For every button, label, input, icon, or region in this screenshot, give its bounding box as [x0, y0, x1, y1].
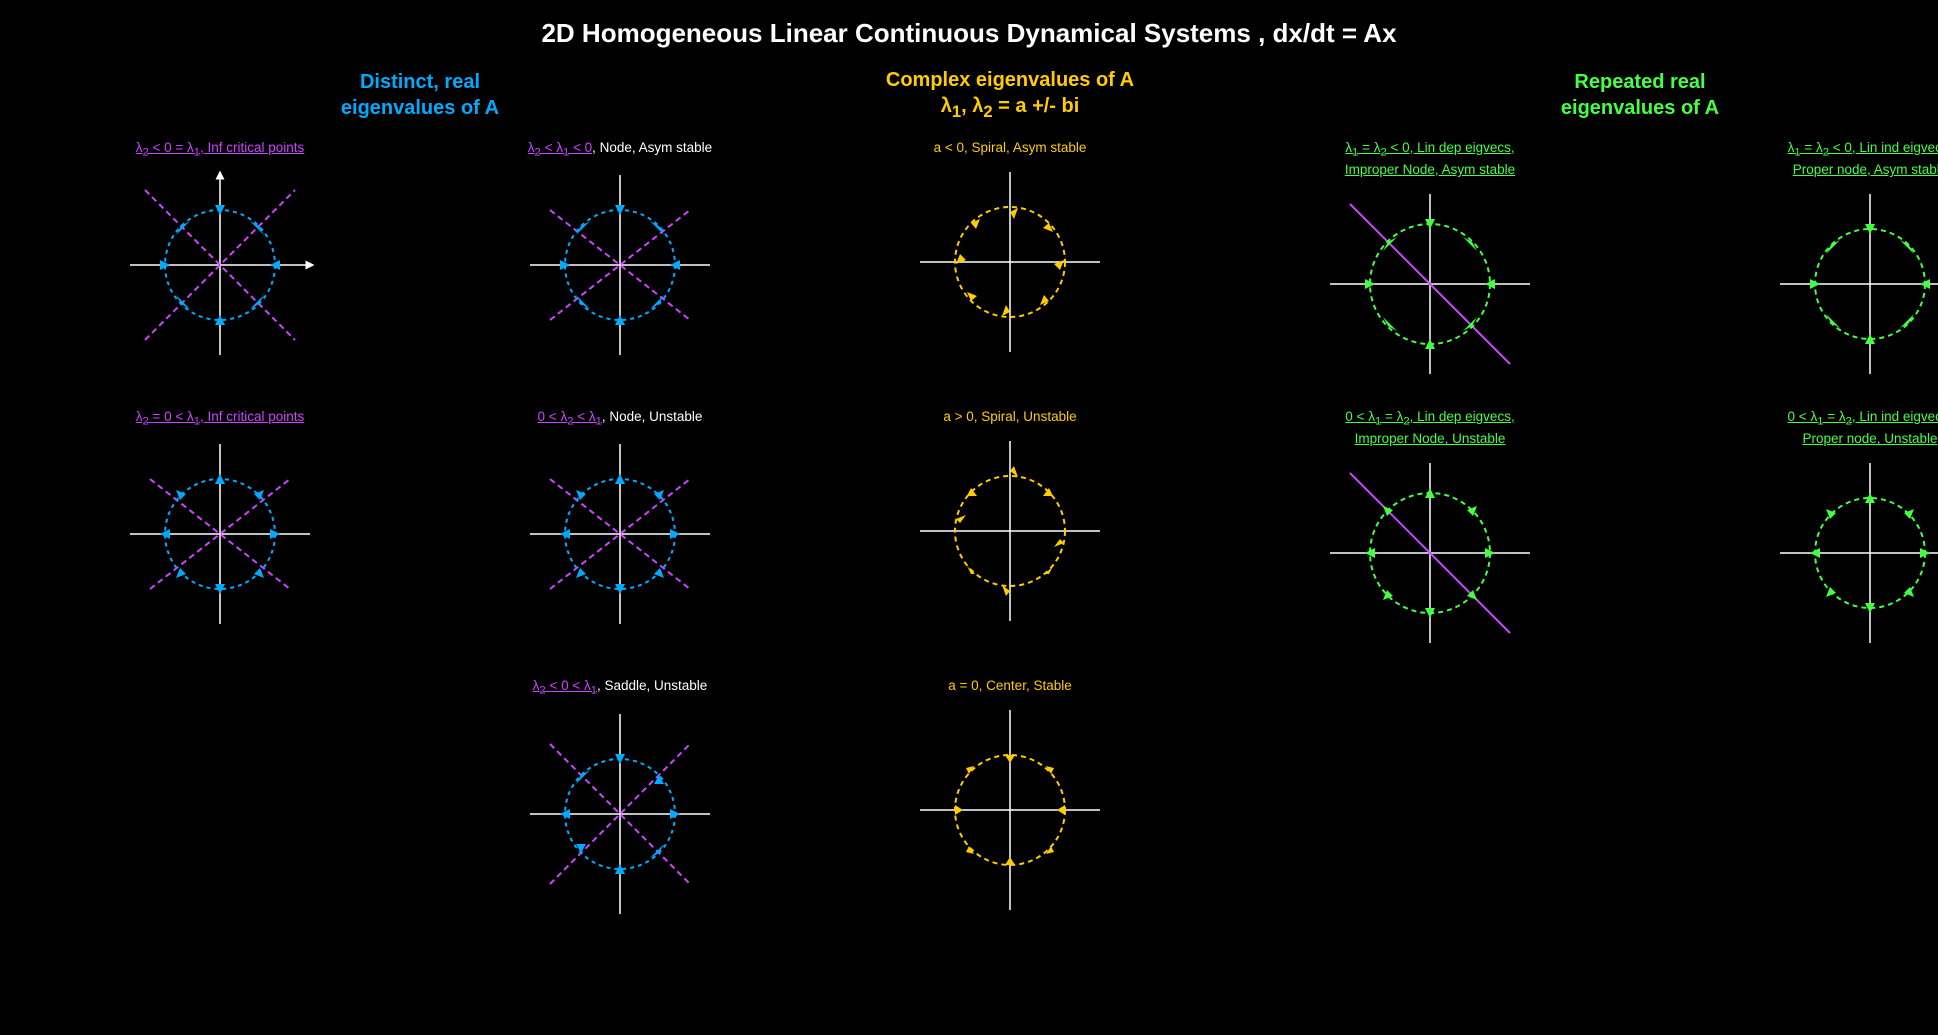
cell-r2c4: 0 < λ1 = λ2, Lin dep eigvecs,Improper No… [1200, 404, 1660, 657]
cell-r3c4 [1200, 673, 1660, 681]
diagram-r1c5 [1770, 184, 1938, 384]
cell-r3c3: a = 0, Center, Stable [820, 673, 1200, 924]
label-r2c2: 0 < λ2 < λ1, Node, Unstable [538, 408, 703, 430]
cell-r3c5 [1660, 673, 1938, 681]
label-r2c5: 0 < λ1 = λ2, Lin ind eigvecs,Proper node… [1788, 408, 1938, 449]
cell-r1c3: a < 0, Spiral, Asym stable [820, 135, 1200, 366]
label-r1c2: λ2 < λ1 < 0, Node, Asym stable [528, 139, 712, 161]
label-r2c4: 0 < λ1 = λ2, Lin dep eigvecs,Improper No… [1345, 408, 1514, 449]
cell-r1c1: λ2 < 0 = λ1, Inf critical points [20, 135, 420, 369]
diagram-r1c2 [520, 165, 720, 365]
cell-r1c2: λ2 < λ1 < 0, Node, Asym stable [420, 135, 820, 369]
diagram-r2c1 [120, 434, 320, 634]
cell-r3c2: λ2 < 0 < λ1, Saddle, Unstable [420, 673, 820, 927]
cell-r1c4: λ1 = λ2 < 0, Lin dep eigvecs,Improper No… [1200, 135, 1660, 388]
col-header-repeated: Repeated realeigenvalues of A [1200, 59, 1938, 131]
cell-r1c5: λ1 = λ2 < 0, Lin ind eigvecs,Proper node… [1660, 135, 1938, 388]
label-r3c2: λ2 < 0 < λ1, Saddle, Unstable [533, 677, 708, 699]
diagram-r2c4 [1320, 453, 1540, 653]
diagram-r1c4 [1320, 184, 1540, 384]
diagram-r3c3 [910, 700, 1110, 920]
diagram-r2c2 [520, 434, 720, 634]
cell-r2c3: a > 0, Spiral, Unstable [820, 404, 1200, 635]
diagram-r1c3 [910, 162, 1110, 362]
label-r1c3: a < 0, Spiral, Asym stable [934, 139, 1087, 158]
page-title: 2D Homogeneous Linear Continuous Dynamic… [0, 0, 1938, 59]
label-r1c1: λ2 < 0 = λ1, Inf critical points [136, 139, 305, 161]
label-r1c4: λ1 = λ2 < 0, Lin dep eigvecs,Improper No… [1345, 139, 1515, 180]
cell-r2c2: 0 < λ2 < λ1, Node, Unstable [420, 404, 820, 638]
cell-r2c1: λ2 = 0 < λ1, Inf critical points [20, 404, 420, 638]
diagram-r3c2 [520, 704, 720, 924]
cell-r2c5: 0 < λ1 = λ2, Lin ind eigvecs,Proper node… [1660, 404, 1938, 657]
col-header-complex: Complex eigenvalues of Aλ1, λ2 = a +/- b… [820, 59, 1200, 131]
col-header-distinct: Distinct, realeigenvalues of A [20, 59, 820, 131]
label-r2c1: λ2 = 0 < λ1, Inf critical points [136, 408, 305, 430]
label-r3c3: a = 0, Center, Stable [948, 677, 1071, 696]
diagram-r1c1 [120, 165, 320, 365]
diagram-r2c3 [910, 431, 1110, 631]
label-r2c3: a > 0, Spiral, Unstable [943, 408, 1076, 427]
label-r1c5: λ1 = λ2 < 0, Lin ind eigvecs,Proper node… [1788, 139, 1938, 180]
cell-r3c1 [20, 673, 420, 681]
diagram-r2c5 [1770, 453, 1938, 653]
